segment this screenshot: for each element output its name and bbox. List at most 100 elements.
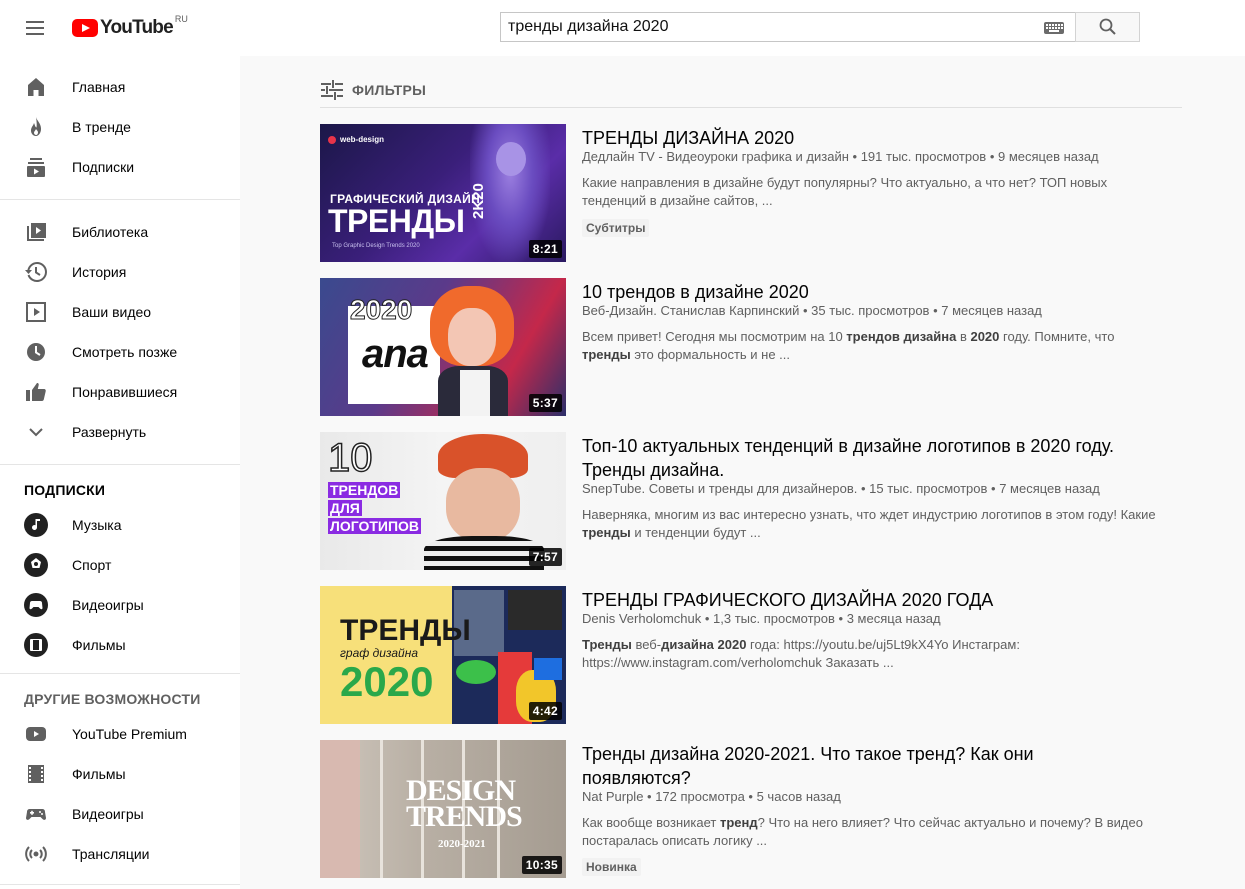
sidebar-divider — [0, 464, 240, 465]
sidebar-item-movies[interactable]: Фильмы — [0, 754, 240, 794]
meta-separator: • — [701, 611, 714, 626]
logo-country-code: RU — [174, 14, 188, 24]
sidebar-item-label: Видеоигры — [72, 806, 144, 822]
person-face — [446, 468, 520, 542]
video-title[interactable]: 10 трендов в дизайне 2020 — [582, 280, 1162, 304]
masthead: YouTube RU — [0, 0, 1245, 56]
youtube-logo[interactable]: YouTube RU — [72, 14, 188, 40]
logo-text: YouTube — [100, 17, 174, 38]
channel-name[interactable]: Веб-Дизайн. Станислав Карпинский — [582, 303, 799, 318]
upload-age: 7 месяцев назад — [999, 481, 1100, 496]
sidebar-item-live[interactable]: Трансляции — [0, 834, 240, 874]
video-description: Как вообще возникает тренд? Что на него … — [582, 814, 1167, 850]
sidebar-item-sport[interactable]: Спорт — [0, 545, 240, 585]
filters-button[interactable]: ФИЛЬТРЫ — [320, 78, 1182, 108]
sidebar-item-label: YouTube Premium — [72, 726, 187, 742]
meta-separator: • — [857, 481, 870, 496]
video-duration: 7:57 — [528, 548, 562, 566]
keyboard-icon[interactable] — [1044, 22, 1064, 34]
channel-name[interactable]: SnepTube. Советы и тренды для дизайнеров… — [582, 481, 857, 496]
sidebar-item-watch-later[interactable]: Смотреть позже — [0, 332, 240, 372]
statue-head — [496, 142, 526, 176]
thumbnail-label: ТРЕНДОВ — [328, 482, 401, 498]
sidebar-item-history[interactable]: История — [0, 252, 240, 292]
description-text: ? Что на него влияет? Что сейчас актуаль… — [757, 815, 1143, 830]
description-text: году. Помните, что — [999, 329, 1115, 344]
video-thumbnail[interactable]: web-design ГРАФИЧЕСКИЙ ДИЗАЙН ТРЕНДЫ 2K2… — [320, 124, 566, 262]
video-title-line: Топ-10 актуальных тенденций в дизайне ло… — [582, 436, 1114, 456]
home-icon — [28, 78, 44, 96]
video-description: Тренды веб-дизайна 2020 года: https://yo… — [582, 636, 1167, 672]
search-button[interactable] — [1075, 12, 1140, 42]
sidebar-item-liked[interactable]: Понравившиеся — [0, 372, 240, 412]
sidebar-item-your-videos[interactable]: Ваши видео — [0, 292, 240, 332]
thumbs-up-icon — [26, 383, 46, 401]
subscriptions-section-title: ПОДПИСКИ — [24, 482, 106, 498]
description-line: тренды и тенденции будут ... — [582, 524, 1167, 542]
description-line: Тренды веб-дизайна 2020 года: https://yo… — [582, 636, 1167, 654]
history-icon — [25, 262, 47, 282]
sidebar-item-games[interactable]: Видеоигры — [0, 794, 240, 834]
sidebar-item-expand[interactable]: Развернуть — [0, 412, 240, 452]
sidebar-item-label: История — [72, 264, 127, 280]
view-count: 35 тыс. просмотров — [811, 303, 930, 318]
thumbnail-label: ТРЕНДЫ — [340, 614, 471, 647]
search-icon — [1099, 18, 1116, 35]
description-line: Наверняка, многим из вас интересно узнат… — [582, 507, 1156, 522]
sidebar-item-library[interactable]: Библиотека — [0, 212, 240, 252]
video-title[interactable]: ТРЕНДЫ ГРАФИЧЕСКОГО ДИЗАЙНА 2020 ГОДА — [582, 588, 1162, 612]
description-text: Всем привет! Сегодня мы посмотрим на 10 — [582, 329, 847, 344]
thumbnail-label: 2020-2021 — [438, 838, 486, 850]
illustrated-face — [448, 308, 496, 366]
channel-name[interactable]: Denis Verholomchuk — [582, 611, 701, 626]
sidebar-item-music[interactable]: Музыка — [0, 505, 240, 545]
video-duration: 4:42 — [528, 702, 562, 720]
collage-mouth-graphic — [456, 660, 496, 684]
video-title[interactable]: ТРЕНДЫ ДИЗАЙНА 2020 — [582, 126, 1162, 150]
youtube-play-icon — [72, 19, 98, 37]
web-design-dot-icon — [328, 136, 336, 144]
sidebar-item-label: Развернуть — [72, 424, 147, 440]
thumbnail-label: 2K20 — [470, 183, 487, 219]
sport-icon — [24, 553, 48, 577]
video-title[interactable]: Тренды дизайна 2020-2021. Что такое трен… — [582, 742, 1162, 790]
sidebar-item-subscriptions[interactable]: Подписки — [0, 147, 240, 187]
sidebar-item-youtube-premium[interactable]: YouTube Premium — [0, 714, 240, 754]
channel-name[interactable]: Nat Purple — [582, 789, 643, 804]
thumbnail-label: ЛОГОТИПОВ — [328, 518, 422, 534]
channel-name[interactable]: Дедлайн TV - Видеоуроки графика и дизайн — [582, 149, 849, 164]
sidebar-item-trending[interactable]: В тренде — [0, 107, 240, 147]
video-thumbnail[interactable]: 2020 ana 5:37 — [320, 278, 566, 416]
video-thumbnail[interactable]: DESIGN TRENDS 2020-2021 10:35 — [320, 740, 566, 878]
thumbnail-label: ТРЕНДЫ — [328, 203, 465, 239]
video-result: web-design ГРАФИЧЕСКИЙ ДИЗАЙН ТРЕНДЫ 2K2… — [320, 124, 1182, 264]
thumbnail-label: Top Graphic Design Trends 2020 — [332, 243, 420, 249]
sidebar-item-home[interactable]: Главная — [0, 67, 240, 107]
sidebar-item-label: Главная — [72, 79, 126, 95]
search-input[interactable] — [501, 13, 1031, 41]
video-thumbnail[interactable]: ТРЕНДЫ граф дизайна 2020 4:42 — [320, 586, 566, 724]
description-highlight: дизайна 2020 — [661, 637, 747, 652]
thumbnail-label: web-design — [340, 135, 385, 144]
video-meta: SnepTube. Советы и тренды для дизайнеров… — [582, 480, 1100, 498]
subtitles-badge: Субтитры — [582, 219, 650, 237]
thumbnail-label: 2020 — [349, 294, 413, 326]
video-thumbnail[interactable]: 10 ТРЕНДОВ ДЛЯ ЛОГОТИПОВ 7:57 — [320, 432, 566, 570]
illustrated-shirt — [460, 370, 490, 416]
video-title[interactable]: Топ-10 актуальных тенденций в дизайне ло… — [582, 434, 1162, 482]
person-sweater — [424, 536, 544, 570]
sidebar-item-gaming[interactable]: Видеоигры — [0, 585, 240, 625]
sidebar-item-films[interactable]: Фильмы — [0, 625, 240, 665]
upload-age: 9 месяцев назад — [998, 149, 1099, 164]
video-duration: 5:37 — [528, 394, 562, 412]
view-count: 1,3 тыс. просмотров — [713, 611, 835, 626]
sidebar-divider — [0, 673, 240, 674]
sidebar-item-label: Фильмы — [72, 637, 126, 653]
menu-icon[interactable] — [24, 17, 48, 39]
meta-separator: • — [744, 789, 757, 804]
filter-icon — [321, 80, 343, 100]
sidebar-item-label: Смотреть позже — [72, 344, 178, 360]
subscriptions-icon — [27, 158, 45, 177]
video-meta: Denis Verholomchuk • 1,3 тыс. просмотров… — [582, 610, 941, 628]
sidebar-item-label: Библиотека — [72, 224, 149, 240]
